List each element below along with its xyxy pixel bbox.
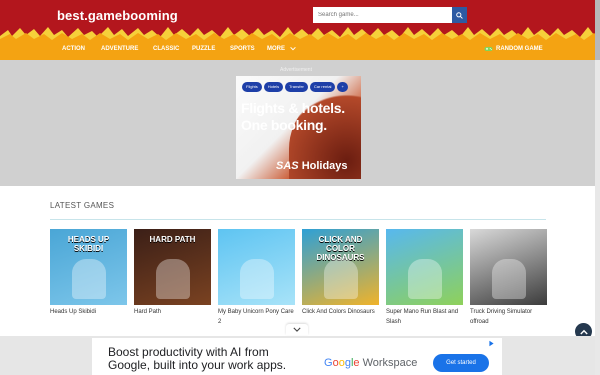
collapse-ad-button[interactable] <box>286 324 308 335</box>
top-ad-banner[interactable]: Flights Hotels Transfer Car rental + Fli… <box>236 76 361 179</box>
game-title[interactable]: Super Mano Run Blast and Slash <box>386 307 463 327</box>
thumbnail-text: HEADS UP SKIBIDI <box>67 235 110 253</box>
ad-tab-transfer[interactable]: Transfer <box>285 82 308 92</box>
game-thumbnail[interactable] <box>470 229 547 305</box>
game-title[interactable]: Hard Path <box>134 307 211 317</box>
thumbnail-text: HARD PATH <box>149 235 196 244</box>
game-title[interactable]: My Baby Unicorn Pony Care 2 <box>218 307 295 327</box>
search-input[interactable] <box>313 7 452 23</box>
get-started-button[interactable]: Get started <box>433 354 489 372</box>
thumbnail-art <box>156 259 190 299</box>
game-thumbnail[interactable]: CLICK AND COLOR DINOSAURS <box>302 229 379 305</box>
game-title[interactable]: Heads Up Skibidi <box>50 307 127 317</box>
site-logo[interactable]: best.gamebooming <box>57 8 178 23</box>
latest-games-heading: LATEST GAMES <box>50 201 115 210</box>
game-card[interactable]: Truck Driving Simulator offroad <box>470 229 547 327</box>
search-icon <box>456 11 463 19</box>
ad-tab-flights[interactable]: Flights <box>242 82 262 92</box>
random-game-link[interactable]: RANDOM GAME <box>484 46 543 52</box>
bottom-ad-banner[interactable]: Boost productivity with AI from Google, … <box>92 338 502 375</box>
chevron-down-icon <box>293 327 301 332</box>
category-nav: ACTION ADVENTURE CLASSIC PUZZLE SPORTS M… <box>0 40 600 60</box>
google-workspace-logo: Google Workspace <box>324 357 418 369</box>
thumbnail-art <box>492 259 526 299</box>
game-card[interactable]: CLICK AND COLOR DINOSAURS Click And Color… <box>302 229 379 317</box>
thumbnail-text: CLICK AND COLOR DINOSAURS <box>316 235 365 262</box>
ad-headline: Flights & hotels. One booking. <box>241 100 345 133</box>
gamepad-icon <box>484 47 493 51</box>
search-button[interactable] <box>452 7 467 23</box>
game-thumbnail[interactable] <box>386 229 463 305</box>
ad-brand-mark: SAS <box>276 160 299 172</box>
ad-choices-icon[interactable] <box>488 340 495 349</box>
nav-more[interactable]: MORE <box>267 46 296 52</box>
ad-tab-car-rental[interactable]: Car rental <box>309 82 336 92</box>
nav-classic[interactable]: CLASSIC <box>153 46 179 52</box>
nav-adventure[interactable]: ADVENTURE <box>101 46 138 52</box>
game-title[interactable]: Truck Driving Simulator offroad <box>470 307 547 327</box>
thumbnail-art <box>240 259 274 299</box>
section-divider <box>50 219 546 220</box>
page-scrollbar[interactable] <box>595 0 600 375</box>
game-thumbnail[interactable] <box>218 229 295 305</box>
game-thumbnail[interactable]: HARD PATH <box>134 229 211 305</box>
game-thumbnail[interactable]: HEADS UP SKIBIDI <box>50 229 127 305</box>
thumbnail-art <box>408 259 442 299</box>
bottom-ad-headline: Boost productivity with AI from Google, … <box>108 345 287 372</box>
game-card[interactable]: Super Mano Run Blast and Slash <box>386 229 463 327</box>
thumbnail-art <box>72 259 106 299</box>
ad-brand-word: Holidays <box>301 160 348 172</box>
nav-puzzle[interactable]: PUZZLE <box>192 46 215 52</box>
game-card[interactable]: My Baby Unicorn Pony Care 2 <box>218 229 295 327</box>
game-card[interactable]: HEADS UP SKIBIDI Heads Up Skibidi <box>50 229 127 317</box>
ad-tabs: Flights Hotels Transfer Car rental + <box>242 82 348 92</box>
nav-sports[interactable]: SPORTS <box>230 46 255 52</box>
game-title[interactable]: Click And Colors Dinosaurs <box>302 307 379 317</box>
scrollbar-thumb[interactable] <box>595 0 600 60</box>
thumbnail-art <box>324 259 358 299</box>
random-game-label: RANDOM GAME <box>496 46 543 52</box>
search-box <box>313 7 467 23</box>
arrow-up-icon <box>579 329 588 335</box>
ad-brand: SAS Holidays <box>276 160 348 172</box>
chevron-down-icon <box>289 46 296 51</box>
ad-tab-hotels[interactable]: Hotels <box>263 82 284 92</box>
ad-label: Advertisement <box>280 67 312 73</box>
game-card[interactable]: HARD PATH Hard Path <box>134 229 211 317</box>
nav-action[interactable]: ACTION <box>62 46 85 52</box>
nav-more-label: MORE <box>267 46 285 53</box>
ad-tab-more[interactable]: + <box>337 82 348 92</box>
